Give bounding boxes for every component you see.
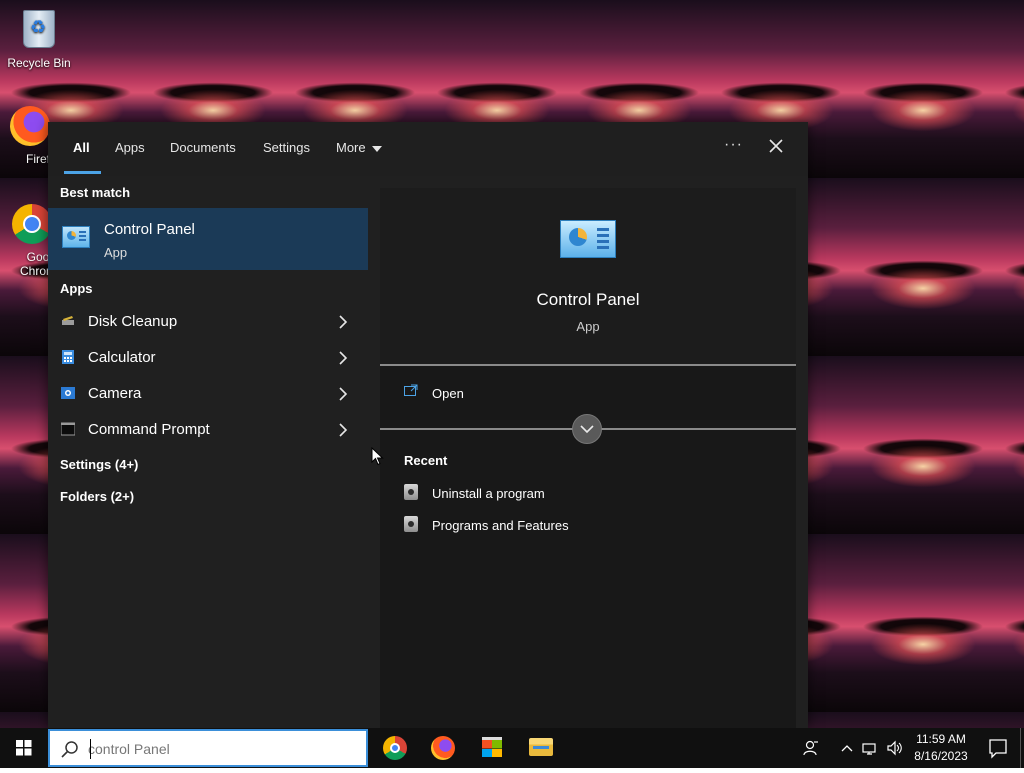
speaker-icon: [887, 740, 902, 756]
clock-time: 11:59 AM: [916, 732, 966, 746]
volume-button[interactable]: [880, 728, 904, 768]
more-options-button[interactable]: ···: [724, 136, 743, 154]
command-prompt-icon: [61, 422, 75, 436]
tab-apps[interactable]: Apps: [115, 140, 145, 155]
app-item-label: Disk Cleanup: [88, 313, 178, 330]
chevron-down-icon: [371, 145, 382, 152]
app-item-label: Calculator: [88, 349, 156, 366]
recent-item-uninstall[interactable]: Uninstall a program: [380, 480, 796, 508]
taskbar-chrome[interactable]: [371, 728, 419, 768]
preview-title: Control Panel: [536, 290, 640, 309]
control-panel-icon: [560, 220, 616, 258]
app-item-disk-cleanup[interactable]: Disk Cleanup: [48, 303, 368, 339]
settings-results-link[interactable]: Settings (4+): [60, 457, 138, 472]
open-icon: [404, 384, 418, 396]
chrome-icon: [383, 736, 407, 760]
chevron-right-icon[interactable]: [334, 421, 352, 439]
apps-header: Apps: [60, 281, 93, 296]
app-item-command-prompt[interactable]: Command Prompt: [48, 411, 368, 447]
taskbar: control Panel 11:59 AM 8/16/2023: [0, 728, 1024, 768]
control-panel-applet-icon: [404, 516, 418, 532]
search-tab-bar: All Apps Documents Settings More ···: [48, 122, 808, 176]
clock-date: 8/16/2023: [914, 749, 968, 763]
windows-logo-icon: [16, 740, 32, 756]
recycle-bin-icon: [17, 10, 61, 54]
network-button[interactable]: [856, 728, 880, 768]
chevron-down-icon: [580, 425, 594, 434]
app-item-label: Camera: [88, 385, 142, 402]
text-caret: [90, 739, 91, 759]
best-match-control-panel[interactable]: Control Panel App: [48, 208, 368, 270]
people-icon: [803, 740, 818, 756]
recycle-bin-shortcut[interactable]: Recycle Bin: [1, 6, 77, 70]
recent-item-programs-features[interactable]: Programs and Features: [380, 512, 796, 540]
search-query-text: control Panel: [88, 741, 170, 757]
chevron-up-icon: [841, 745, 853, 752]
preview-pane: Control Panel App Open Recent Uninstall …: [380, 188, 796, 728]
people-button[interactable]: [796, 728, 826, 768]
tab-more[interactable]: More: [336, 140, 382, 155]
app-item-label: Command Prompt: [88, 421, 210, 438]
folders-results-link[interactable]: Folders (2+): [60, 489, 134, 504]
network-icon: [862, 743, 876, 755]
tab-documents[interactable]: Documents: [170, 140, 236, 155]
chevron-right-icon[interactable]: [334, 385, 352, 403]
chevron-right-icon[interactable]: [334, 349, 352, 367]
taskbar-clock[interactable]: 11:59 AM 8/16/2023: [906, 731, 976, 765]
disk-cleanup-icon: [62, 316, 74, 325]
preview-header: Control Panel App: [380, 188, 796, 364]
file-explorer-icon: [529, 738, 553, 756]
taskbar-microsoft-store[interactable]: [468, 728, 516, 768]
best-match-header: Best match: [60, 185, 131, 200]
app-item-camera[interactable]: Camera: [48, 375, 368, 411]
chevron-right-icon[interactable]: [334, 313, 352, 331]
mouse-cursor-icon: [371, 447, 384, 466]
preview-subtitle: App: [576, 319, 600, 334]
taskbar-file-explorer[interactable]: [517, 728, 565, 768]
close-icon: [769, 139, 783, 153]
control-panel-applet-icon: [404, 484, 418, 500]
recent-item-label: Uninstall a program: [432, 486, 545, 501]
action-center-button[interactable]: [976, 728, 1020, 768]
microsoft-store-icon: [482, 737, 502, 757]
firefox-icon: [8, 106, 52, 150]
tab-settings[interactable]: Settings: [263, 140, 310, 155]
camera-icon: [61, 387, 75, 399]
notification-icon: [989, 739, 1007, 759]
best-match-title: Control Panel: [104, 221, 195, 238]
expand-button[interactable]: [572, 414, 602, 444]
search-panel: All Apps Documents Settings More ··· Bes…: [48, 122, 808, 728]
best-match-subtitle: App: [104, 245, 128, 260]
show-hidden-icons-button[interactable]: [834, 728, 858, 768]
recent-header: Recent: [404, 453, 448, 468]
tab-more-label: More: [336, 140, 366, 155]
firefox-icon: [431, 736, 455, 760]
show-desktop-button[interactable]: [1020, 728, 1024, 768]
taskbar-search-input[interactable]: control Panel: [48, 729, 368, 767]
recent-item-label: Programs and Features: [432, 518, 569, 533]
active-tab-indicator: [64, 171, 101, 174]
start-button[interactable]: [0, 728, 48, 768]
search-icon: [61, 741, 78, 758]
tab-all[interactable]: All: [73, 140, 90, 155]
open-action[interactable]: Open: [380, 374, 796, 414]
divider: [380, 364, 796, 366]
results-list: Best match Control Panel App Apps Disk C…: [48, 176, 370, 728]
open-label: Open: [432, 386, 464, 401]
close-button[interactable]: [764, 134, 788, 158]
control-panel-icon: [62, 226, 90, 248]
taskbar-firefox[interactable]: [419, 728, 467, 768]
desktop-icon-label: Recycle Bin: [7, 56, 71, 70]
app-item-calculator[interactable]: Calculator: [48, 339, 368, 375]
calculator-icon: [62, 350, 74, 364]
